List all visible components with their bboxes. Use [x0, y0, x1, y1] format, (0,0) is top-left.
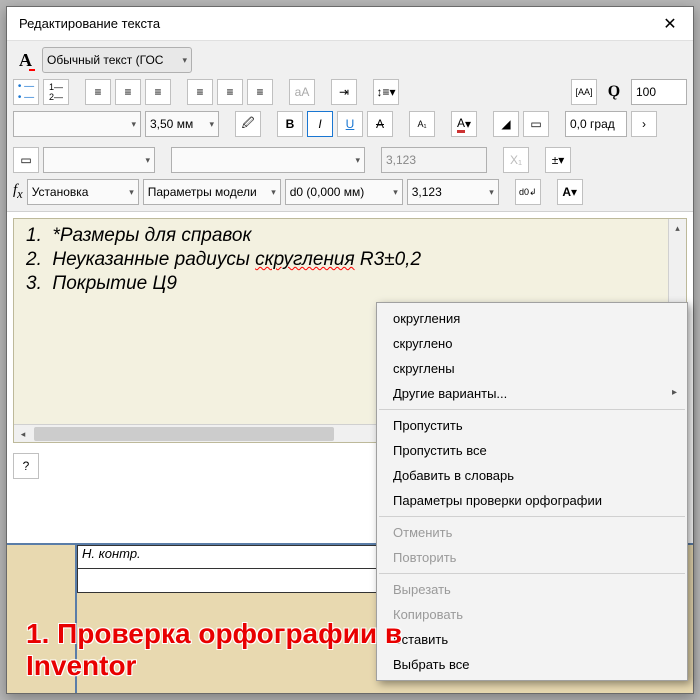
param-select-2[interactable]: ▾ [171, 147, 365, 173]
rotation-more-button[interactable]: › [631, 111, 657, 137]
fx-variable-dropdown[interactable]: d0 (0,000 мм)▾ [285, 179, 403, 205]
add-dictionary-item[interactable]: Добавить в словарь [377, 463, 687, 488]
case-button[interactable]: aA [289, 79, 315, 105]
param-select-1[interactable]: ▾ [43, 147, 155, 173]
text-color-button[interactable]: A▾ [451, 111, 477, 137]
suggestion-item[interactable]: скруглено [377, 331, 687, 356]
cut-item: Вырезать [377, 577, 687, 602]
subscript-button[interactable]: A₁ [409, 111, 435, 137]
align-center-button[interactable]: ≡ [115, 79, 141, 105]
chevron-down-icon: ▾ [182, 55, 187, 66]
suggestion-item[interactable]: округления [377, 306, 687, 331]
paste-item[interactable]: Вставить [377, 627, 687, 652]
number-list-button[interactable]: 1—2— [43, 79, 69, 105]
stack-brackets-button[interactable]: [AA] [571, 79, 597, 105]
spelling-error[interactable]: скругления [255, 249, 355, 270]
editor-content[interactable]: 1. *Размеры для справок 2. Неуказанные р… [14, 219, 686, 303]
window-title: Редактирование текста [19, 16, 160, 31]
align-right-button[interactable]: ≡ [145, 79, 171, 105]
scroll-left-icon[interactable]: ◂ [14, 425, 32, 442]
scroll-up-icon[interactable]: ▴ [669, 219, 686, 237]
help-button[interactable]: ? [13, 453, 39, 479]
param-num-1 [381, 147, 487, 173]
fx-A-button[interactable]: A ▾ [557, 179, 583, 205]
stack-value-input[interactable] [631, 79, 687, 105]
param-a-button[interactable]: ▭ [13, 147, 39, 173]
text-style-icon: A [19, 50, 32, 71]
spell-options-item[interactable]: Параметры проверки орфографии [377, 488, 687, 513]
fx-insert-button[interactable]: d0↲ [515, 179, 541, 205]
param-row-1: ▭ ▾ ▾ X₁ ± ▾ [13, 147, 687, 173]
fx-precision-dropdown[interactable]: 3,123▾ [407, 179, 499, 205]
text-style-dropdown[interactable]: Обычный текст (ГОС ▾ [42, 47, 192, 73]
blueprint-cell: Н. контр. [77, 545, 377, 569]
ignore-item[interactable]: Пропустить [377, 413, 687, 438]
redo-item: Повторить [377, 545, 687, 570]
scroll-thumb[interactable] [34, 427, 334, 441]
underline-button[interactable]: U [337, 111, 363, 137]
bold-button[interactable]: B [277, 111, 303, 137]
bullet-list-button[interactable]: • —• — [13, 79, 39, 105]
highlight-button[interactable]: ◢ [493, 111, 519, 137]
align-middle-button[interactable]: ≡ [217, 79, 243, 105]
italic-button[interactable]: I [307, 111, 333, 137]
fx-source-dropdown[interactable]: Установка▾ [27, 179, 139, 205]
param-xy-button: X₁ [503, 147, 529, 173]
undo-item: Отменить [377, 520, 687, 545]
format-row-2: ▾ 3,50 мм ▾ 🖉 B I U A A₁ A▾ ◢ ▭ › [13, 111, 687, 137]
more-suggestions-item[interactable]: Другие варианты...▸ [377, 381, 687, 406]
select-all-item[interactable]: Выбрать все [377, 652, 687, 677]
fx-params-dropdown[interactable]: Параметры модели▾ [143, 179, 281, 205]
align-bottom-button[interactable]: ≡ [247, 79, 273, 105]
font-size-dropdown[interactable]: 3,50 мм ▾ [145, 111, 219, 137]
title-bar: Редактирование текста ✕ [7, 7, 693, 41]
rotation-input[interactable] [565, 111, 627, 137]
copy-item: Копировать [377, 602, 687, 627]
format-row-1: • —• — 1—2— ≡ ≡ ≡ ≡ ≡ ≡ aA ⇥ ↕≡ ▾ [AA] Ǫ [13, 79, 687, 105]
text-style-value: Обычный текст (ГОС [47, 53, 163, 67]
close-button[interactable]: ✕ [647, 7, 693, 41]
param-row-2: fx Установка▾ Параметры модели▾ d0 (0,00… [13, 179, 687, 205]
chevron-down-icon: ▾ [131, 119, 136, 130]
toolbar-area: A Обычный текст (ГОС ▾ • —• — 1—2— ≡ ≡ ≡… [7, 41, 693, 212]
submenu-arrow-icon: ▸ [672, 387, 677, 398]
align-top-button[interactable]: ≡ [187, 79, 213, 105]
spellcheck-context-menu: округления скруглено скруглены Другие ва… [376, 302, 688, 681]
align-left-button[interactable]: ≡ [85, 79, 111, 105]
chevron-down-icon: ▾ [209, 119, 214, 130]
suggestion-item[interactable]: скруглены [377, 356, 687, 381]
line-spacing-button[interactable]: ↕≡ ▾ [373, 79, 399, 105]
font-name-dropdown[interactable]: ▾ [13, 111, 141, 137]
stack-o-icon: Ǫ [601, 79, 627, 105]
tolerance-button[interactable]: ± ▾ [545, 147, 571, 173]
font-size-value: 3,50 мм [150, 117, 193, 131]
tab-button[interactable]: ⇥ [331, 79, 357, 105]
clear-format-button[interactable]: 🖉 [235, 111, 261, 137]
style-row: A Обычный текст (ГОС ▾ [13, 47, 687, 73]
ruler-button[interactable]: ▭ [523, 111, 549, 137]
ignore-all-item[interactable]: Пропустить все [377, 438, 687, 463]
fx-icon: fx [13, 182, 23, 202]
strike-button[interactable]: A [367, 111, 393, 137]
